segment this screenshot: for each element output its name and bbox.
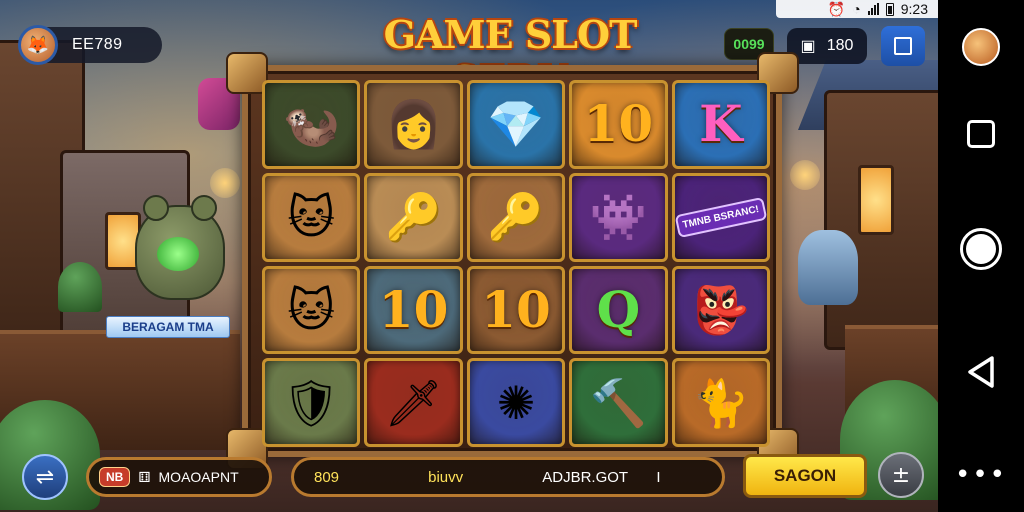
info-value-4: I bbox=[656, 468, 661, 486]
back-button[interactable] bbox=[938, 354, 1024, 390]
recents-icon bbox=[967, 120, 995, 148]
wifi-icon: ◔ bbox=[852, 1, 861, 17]
more-button[interactable]: ••• bbox=[938, 460, 1024, 490]
app-avatar-icon[interactable] bbox=[938, 28, 1024, 66]
reel-cell: 10 bbox=[364, 265, 463, 355]
credit-value: 180 bbox=[826, 37, 854, 54]
reel-cell: 🗡 bbox=[364, 358, 463, 447]
plus-icon: ± bbox=[891, 462, 911, 488]
info-bar: 809 biuvv ADJBR.GOT I bbox=[291, 457, 725, 497]
reel-cell: 🐱 bbox=[262, 265, 361, 355]
user-badge[interactable]: 🦊 EE789 bbox=[18, 25, 162, 65]
dice-icon: ⚅ bbox=[138, 468, 151, 485]
info-value-1: 809 bbox=[314, 468, 340, 486]
golden-key-symbol-icon: 🔑 bbox=[384, 190, 443, 245]
battery-icon bbox=[885, 2, 894, 16]
reel-grid: 🦦 👩 💎 10 K 🐱 🔑 🔑 👾 TMNB BSRANC! 🐱 10 10 Q 👺 🛡 🗡 ✺ 🔨 🐈 bbox=[262, 80, 770, 447]
reel-cell: 👾 bbox=[569, 172, 668, 262]
reel-cell: 💎 bbox=[466, 80, 566, 169]
user-name: EE789 bbox=[72, 36, 123, 53]
golden-key-symbol-icon: 🔑 bbox=[487, 190, 545, 245]
reel-cell: 🐱 bbox=[262, 172, 361, 262]
letter-symbol: Q bbox=[596, 279, 641, 339]
reel-cell: 10 bbox=[466, 265, 566, 355]
spin-button[interactable]: SAGON bbox=[743, 454, 867, 498]
fox-avatar-icon: 🦊 bbox=[18, 25, 58, 65]
glow-coin bbox=[790, 160, 820, 190]
info-value-2: biuvv bbox=[428, 468, 464, 486]
letter-symbol: 10 bbox=[481, 279, 551, 339]
bet-chip: NB bbox=[99, 467, 131, 487]
bear-mascot bbox=[135, 195, 225, 300]
reel-cell: 🔑 bbox=[466, 172, 566, 262]
pink-ring-symbol-icon: ✺ bbox=[496, 375, 536, 430]
reel-cell: 👩 bbox=[364, 80, 463, 169]
reel-cell: 🔑 bbox=[364, 172, 463, 262]
home-button[interactable] bbox=[938, 228, 1024, 270]
plant bbox=[58, 262, 102, 312]
bet-selector[interactable]: NB ⚅ MOAOAPNT bbox=[86, 457, 272, 497]
status-bar: ⏰ ◔ 9:23 bbox=[776, 0, 938, 18]
statue-decoration bbox=[798, 230, 858, 305]
credit-counter[interactable]: ▣ 180 bbox=[787, 28, 867, 64]
grey-cat-symbol-icon: 🐈 bbox=[692, 375, 750, 430]
letter-symbol: K bbox=[699, 94, 743, 154]
reel-cell: Q bbox=[569, 265, 668, 355]
reel-cell: 🦦 bbox=[262, 80, 361, 169]
green-ring-gem-symbol-icon: 💎 bbox=[487, 97, 545, 152]
menu-button[interactable]: ⇌ bbox=[22, 454, 68, 500]
orange-cat-symbol-icon: 🐱 bbox=[287, 190, 336, 245]
reel-cell: 🐈 bbox=[671, 358, 770, 447]
wallet-icon: ▣ bbox=[800, 38, 816, 55]
game-screen: BERAGAM TMA 🦊 EE789 GAME SLOT SERU 0099 … bbox=[0, 0, 938, 512]
alarm-icon: ⏰ bbox=[827, 0, 846, 17]
letter-symbol: 10 bbox=[583, 94, 654, 154]
bet-label: MOAOAPNT bbox=[158, 469, 239, 485]
green-goblin-symbol-icon: 👺 bbox=[692, 282, 750, 337]
home-icon bbox=[960, 228, 1002, 270]
reel-cell: K bbox=[671, 80, 770, 169]
reel-cell: 🔨 bbox=[569, 358, 668, 447]
recents-button[interactable] bbox=[938, 120, 1024, 148]
reel-cell: 👺 bbox=[671, 265, 770, 355]
reel-cell: 🛡 bbox=[262, 358, 361, 447]
glow-coin bbox=[210, 168, 240, 198]
reel-cell: ✺ bbox=[466, 358, 566, 447]
square-icon bbox=[894, 37, 912, 55]
fullscreen-button[interactable] bbox=[881, 26, 925, 66]
status-time: 9:23 bbox=[900, 1, 928, 17]
crystal-sword-symbol-icon: 🗡 bbox=[384, 375, 443, 430]
back-icon bbox=[968, 356, 994, 388]
promo-banner: BERAGAM TMA bbox=[106, 316, 230, 338]
hammer-symbol-icon: 🔨 bbox=[589, 375, 648, 430]
letter-symbol: 10 bbox=[378, 279, 449, 339]
orange-cat-symbol-icon: 🐱 bbox=[287, 282, 336, 337]
reel-cell: 10 bbox=[569, 80, 668, 169]
system-nav-bar: ••• bbox=[938, 0, 1024, 512]
sliders-icon: ⇌ bbox=[35, 464, 55, 490]
shield-symbol-icon: 🛡 bbox=[281, 375, 341, 430]
explorer-girl-symbol-icon: 👩 bbox=[384, 97, 443, 152]
lit-window bbox=[858, 165, 894, 235]
reel-cell: TMNB BSRANC! bbox=[671, 172, 770, 262]
purple-gem-monster-symbol-icon: 👾 bbox=[589, 190, 648, 245]
otter-symbol-icon: 🦦 bbox=[282, 97, 340, 152]
signal-icon bbox=[867, 3, 879, 15]
increase-bet-button[interactable]: ± bbox=[878, 452, 924, 498]
info-value-3: ADJBR.GOT bbox=[542, 468, 629, 486]
text-gem-symbol: TMNB BSRANC! bbox=[674, 196, 767, 238]
